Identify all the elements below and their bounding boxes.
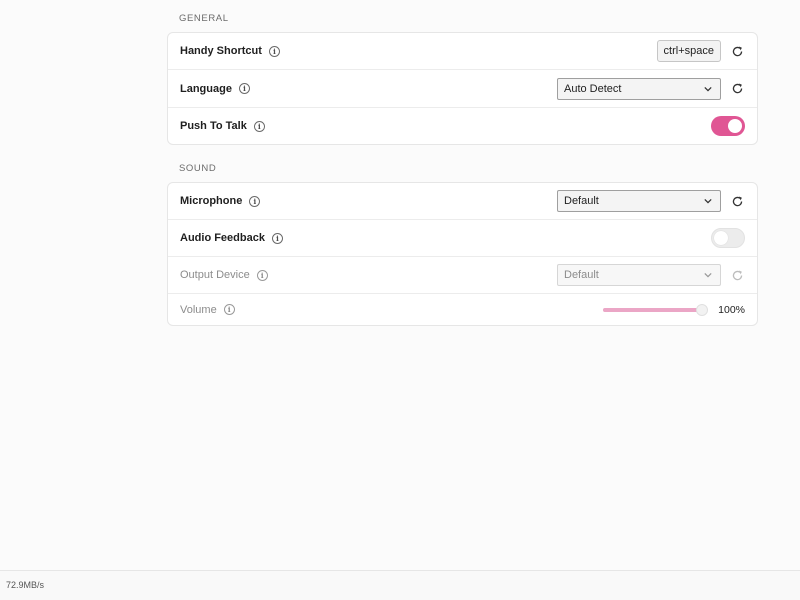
reset-icon xyxy=(729,267,745,283)
chevron-down-icon xyxy=(704,272,712,278)
info-icon[interactable]: i xyxy=(253,120,265,132)
output-device-label: Output Device xyxy=(180,269,250,281)
status-bar-text: 72.9MB/s xyxy=(6,580,45,590)
section-title-sound: SOUND xyxy=(179,163,217,174)
output-device-select: Default xyxy=(557,264,721,286)
general-section: GENERAL Handy Shortcut i ctrl+space Lang… xyxy=(167,13,758,145)
volume-row: Volume i 100% xyxy=(168,294,757,325)
push-to-talk-toggle[interactable] xyxy=(711,116,745,136)
audio-feedback-label: Audio Feedback xyxy=(180,232,265,244)
general-card: Handy Shortcut i ctrl+space Language i A… xyxy=(167,32,758,145)
language-label: Language xyxy=(180,82,232,95)
settings-page: GENERAL Handy Shortcut i ctrl+space Lang… xyxy=(0,0,800,600)
volume-label: Volume xyxy=(180,303,217,316)
push-to-talk-row: Push To Talk i xyxy=(168,108,757,144)
sound-card: Microphone i Default Audio Feedback i Ou… xyxy=(167,182,758,326)
output-device-select-value: Default xyxy=(564,269,599,281)
info-icon[interactable]: i xyxy=(256,269,268,281)
audio-feedback-toggle[interactable] xyxy=(711,228,745,248)
handy-shortcut-label: Handy Shortcut xyxy=(180,45,262,57)
microphone-select-value: Default xyxy=(564,195,599,207)
reset-icon[interactable] xyxy=(729,43,745,59)
language-select[interactable]: Auto Detect xyxy=(557,77,721,100)
microphone-label: Microphone xyxy=(180,195,243,207)
chevron-down-icon xyxy=(704,198,712,204)
info-icon[interactable]: i xyxy=(249,195,261,207)
reset-icon[interactable] xyxy=(729,193,745,209)
info-icon[interactable]: i xyxy=(271,232,283,244)
microphone-row: Microphone i Default xyxy=(168,183,757,220)
info-icon[interactable]: i xyxy=(268,45,280,57)
output-device-row: Output Device i Default xyxy=(168,257,757,294)
status-bar: 72.9MB/s xyxy=(0,570,800,600)
volume-slider-fill xyxy=(603,307,705,312)
info-icon[interactable]: i xyxy=(223,304,235,315)
language-select-value: Auto Detect xyxy=(564,82,622,95)
toggle-knob xyxy=(728,119,742,133)
sound-section: SOUND Microphone i Default Audio Feedbac… xyxy=(167,163,758,326)
info-icon[interactable]: i xyxy=(238,83,250,94)
chevron-down-icon xyxy=(704,86,712,91)
volume-slider-thumb[interactable] xyxy=(696,303,709,316)
audio-feedback-row: Audio Feedback i xyxy=(168,220,757,257)
microphone-select[interactable]: Default xyxy=(557,190,721,212)
language-row: Language i Auto Detect xyxy=(168,70,757,108)
handy-shortcut-row: Handy Shortcut i ctrl+space xyxy=(168,33,757,70)
toggle-knob xyxy=(714,231,728,245)
shortcut-key-button[interactable]: ctrl+space xyxy=(656,40,721,62)
reset-icon[interactable] xyxy=(729,81,745,97)
push-to-talk-label: Push To Talk xyxy=(180,120,247,132)
volume-value: 100% xyxy=(718,303,745,316)
volume-slider[interactable] xyxy=(603,303,709,316)
section-title-general: GENERAL xyxy=(179,13,229,24)
